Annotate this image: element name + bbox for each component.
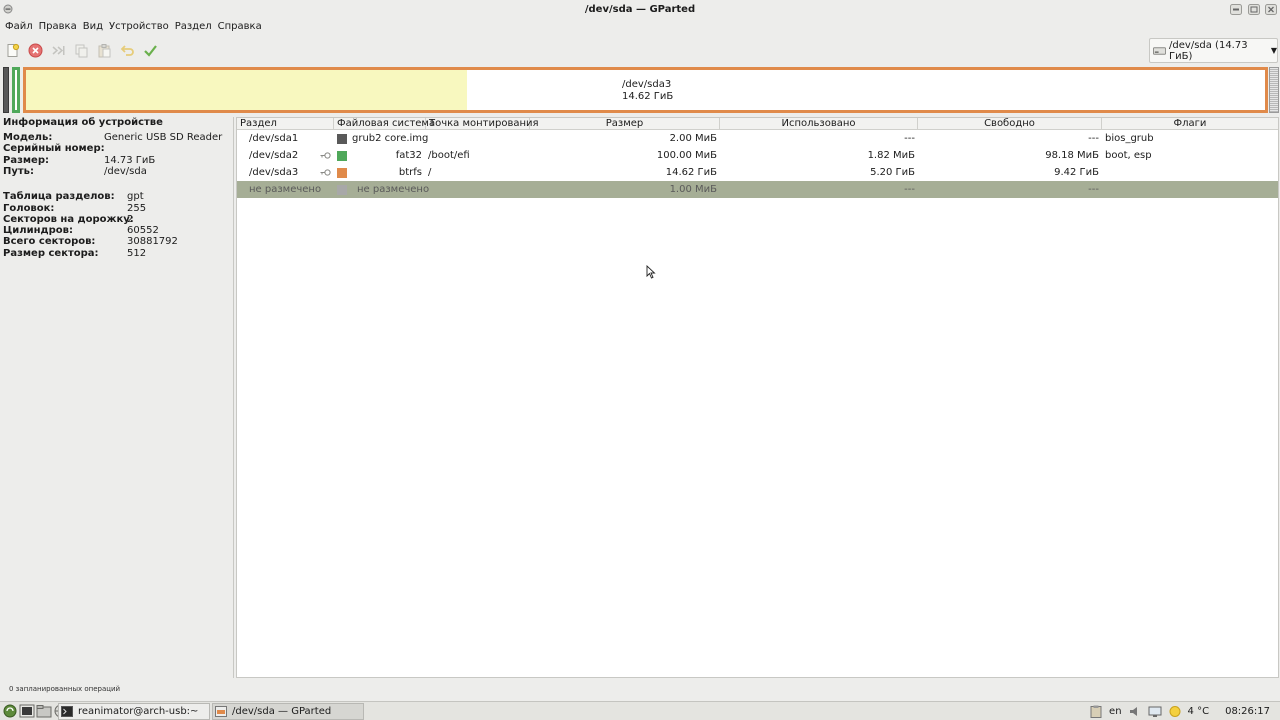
- system-tray: en 4 °C 08:26:17: [1089, 703, 1280, 720]
- mouse-cursor-icon: [646, 265, 656, 279]
- col-mountpoint[interactable]: Точка монтирования: [426, 118, 539, 130]
- minimize-icon[interactable]: [1230, 4, 1242, 15]
- graph-segment-unallocated[interactable]: [1269, 67, 1279, 113]
- col-filesystem[interactable]: Файловая система: [334, 118, 435, 130]
- weather-temperature: 4 °C: [1187, 706, 1210, 717]
- table-row-selected[interactable]: не размечено не размечено 1.00 МиБ --- -…: [237, 181, 1278, 198]
- mounted-key-icon: [320, 152, 331, 159]
- maximize-icon[interactable]: [1248, 4, 1260, 15]
- close-icon[interactable]: [1265, 4, 1277, 15]
- task-gparted[interactable]: /dev/sda — GParted: [212, 703, 364, 720]
- menu-device[interactable]: Устройство: [106, 19, 172, 36]
- chevron-down-icon: ▼: [1270, 46, 1277, 55]
- device-info-header: Информация об устройстве: [3, 117, 163, 128]
- toolbar: [0, 38, 159, 62]
- terminal-launcher-icon[interactable]: [19, 704, 35, 718]
- table-row[interactable]: /dev/sda2 fat32 /boot/efi 100.00 МиБ 1.8…: [237, 147, 1278, 164]
- title-bar: /dev/sda — GParted: [0, 0, 1280, 19]
- status-bar: 0 запланированных операций: [9, 685, 121, 693]
- graph-segment-sda1[interactable]: [3, 67, 9, 113]
- keyboard-layout[interactable]: en: [1109, 706, 1122, 717]
- menu-file[interactable]: Файл: [2, 19, 36, 36]
- paste-icon[interactable]: [96, 42, 113, 59]
- delete-icon[interactable]: [27, 42, 44, 59]
- menu-help[interactable]: Справка: [215, 19, 265, 36]
- fs-color-swatch: [337, 151, 347, 161]
- drive-icon: [1153, 46, 1167, 55]
- table-header: Раздел Файловая система Точка монтирован…: [237, 118, 1278, 130]
- graph-used-space: [26, 70, 467, 110]
- undo-icon[interactable]: [119, 42, 136, 59]
- fs-color-swatch: [337, 134, 347, 144]
- graph-label-name: /dev/sda3: [622, 79, 672, 90]
- graph-label-size: 14.62 ГиБ: [622, 91, 674, 102]
- menu-bar: Файл Правка Вид Устройство Раздел Справк…: [0, 19, 265, 36]
- col-used[interactable]: Использовано: [720, 118, 918, 130]
- menu-edit[interactable]: Правка: [36, 19, 80, 36]
- apply-icon[interactable]: [142, 42, 159, 59]
- partition-graph: /dev/sda3 14.62 ГиБ: [2, 67, 1279, 114]
- gparted-icon: [215, 706, 227, 717]
- graph-segment-sda2[interactable]: [12, 67, 20, 113]
- network-icon[interactable]: [1148, 705, 1162, 718]
- col-flags[interactable]: Флаги: [1102, 118, 1278, 130]
- fs-color-swatch: [337, 185, 347, 195]
- resize-icon[interactable]: [50, 42, 67, 59]
- new-icon[interactable]: [4, 42, 21, 59]
- device-selector[interactable]: /dev/sda (14.73 ГиБ) ▼: [1149, 38, 1278, 63]
- partition-table: Раздел Файловая система Точка монтирован…: [236, 117, 1279, 678]
- table-row[interactable]: /dev/sda1 grub2 core.img 2.00 МиБ --- --…: [237, 130, 1278, 147]
- col-free[interactable]: Свободно: [918, 118, 1102, 130]
- graph-label: /dev/sda3 14.62 ГиБ: [622, 79, 673, 103]
- device-selector-value: /dev/sda (14.73 ГиБ): [1169, 39, 1248, 62]
- graph-segment-sda3[interactable]: /dev/sda3 14.62 ГиБ: [23, 67, 1268, 113]
- clipboard-icon[interactable]: [1089, 705, 1103, 718]
- file-manager-launcher-icon[interactable]: [36, 704, 52, 718]
- col-size[interactable]: Размер: [530, 118, 720, 130]
- table-row[interactable]: /dev/sda3 btrfs / 14.62 ГиБ 5.20 ГиБ 9.4…: [237, 164, 1278, 181]
- window-title: /dev/sda — GParted: [584, 4, 696, 15]
- clock[interactable]: 08:26:17: [1225, 706, 1270, 717]
- volume-icon[interactable]: [1128, 705, 1142, 718]
- menu-view[interactable]: Вид: [80, 19, 106, 36]
- col-partition[interactable]: Раздел: [237, 118, 334, 130]
- mounted-key-icon: [320, 169, 331, 176]
- weather-sun-icon: [1169, 706, 1181, 717]
- terminal-icon: [61, 706, 73, 717]
- fs-color-swatch: [337, 168, 347, 178]
- device-info-panel: Информация об устройстве Модель: Generic …: [0, 117, 234, 678]
- app-menu-icon[interactable]: [2, 704, 18, 718]
- copy-icon[interactable]: [73, 42, 90, 59]
- task-terminal[interactable]: reanimator@arch-usb:~: [58, 703, 210, 720]
- menu-partition[interactable]: Раздел: [172, 19, 215, 36]
- taskbar: reanimator@arch-usb:~ /dev/sda — GParted…: [0, 701, 1280, 720]
